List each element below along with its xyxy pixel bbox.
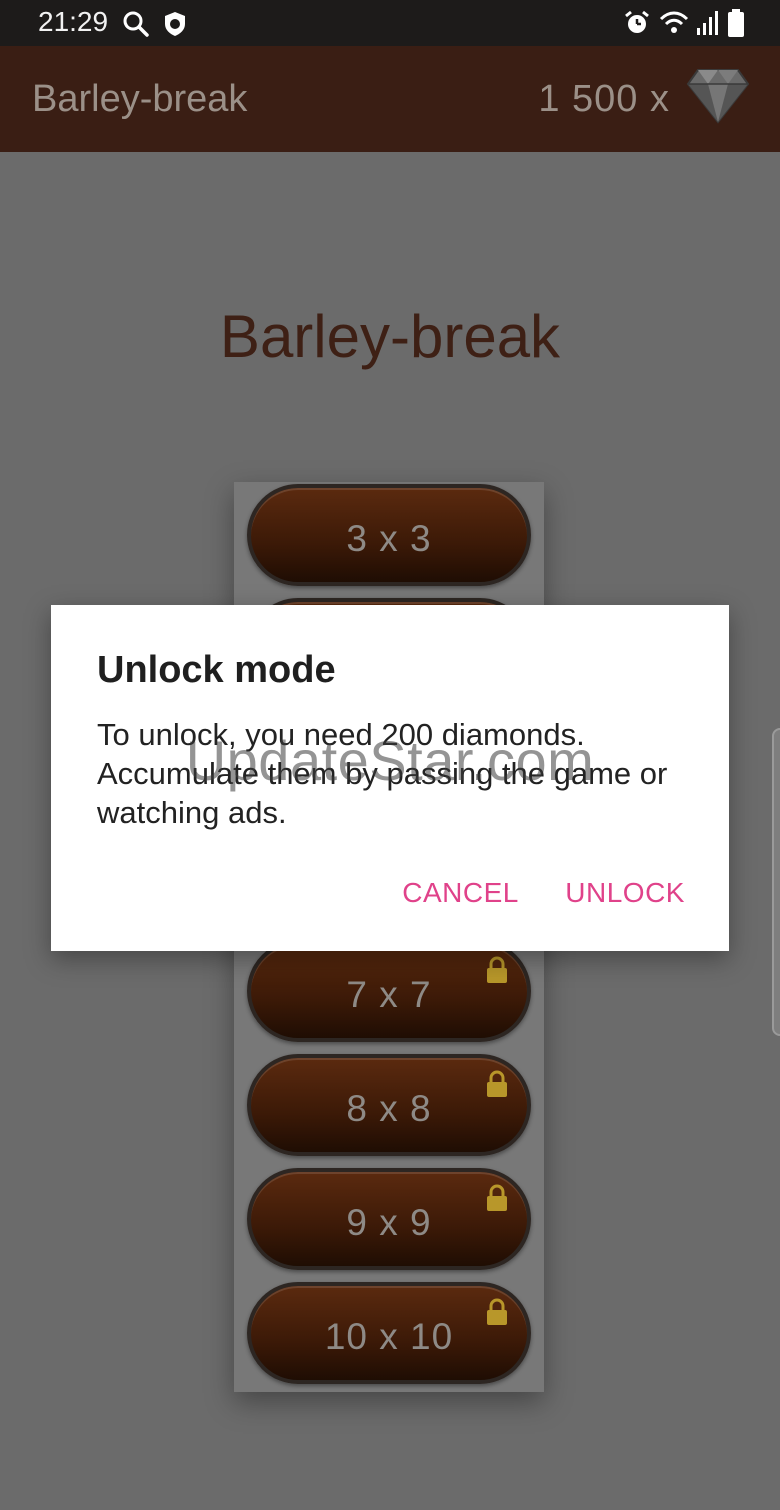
unlock-button[interactable]: UNLOCK xyxy=(565,877,685,909)
status-time: 21:29 xyxy=(38,6,109,37)
mode-button-7x7[interactable]: 7 x 7 xyxy=(247,940,531,1042)
diamond-count: 1 500 x xyxy=(538,78,670,120)
battery-icon xyxy=(728,9,744,42)
wifi-icon xyxy=(659,10,689,41)
lock-icon xyxy=(485,1070,509,1103)
status-left-icons xyxy=(122,10,188,43)
dialog-message: To unlock, you need 200 diamonds. Accumu… xyxy=(97,717,668,830)
status-right-icons xyxy=(623,9,744,42)
app-bar-title: Barley-break xyxy=(32,78,248,120)
signal-icon xyxy=(696,10,718,41)
mode-button-10x10[interactable]: 10 x 10 xyxy=(247,1282,531,1384)
lock-icon xyxy=(485,1298,509,1331)
alarm-icon xyxy=(623,9,651,42)
diamond-icon[interactable] xyxy=(686,66,750,129)
dialog-actions: CANCEL UNLOCK xyxy=(360,877,685,909)
mode-label: 3 x 3 xyxy=(346,518,432,559)
mode-button-3x3[interactable]: 3 x 3 xyxy=(247,484,531,586)
lock-icon xyxy=(485,956,509,989)
mode-button-8x8[interactable]: 8 x 8 xyxy=(247,1054,531,1156)
lock-icon xyxy=(485,1184,509,1217)
unlock-dialog: Unlock mode To unlock, you need 200 diam… xyxy=(51,605,729,951)
search-icon xyxy=(122,10,150,43)
main-title: Barley-break xyxy=(219,303,561,370)
shield-icon xyxy=(162,10,188,43)
app-bar: Barley-break 1 500 x xyxy=(0,46,780,152)
edge-panel-handle[interactable] xyxy=(772,728,780,1036)
status-bar: 21:29 xyxy=(0,0,780,46)
dialog-title: Unlock mode xyxy=(97,649,336,691)
cancel-button[interactable]: CANCEL xyxy=(402,877,519,909)
mode-button-9x9[interactable]: 9 x 9 xyxy=(247,1168,531,1270)
